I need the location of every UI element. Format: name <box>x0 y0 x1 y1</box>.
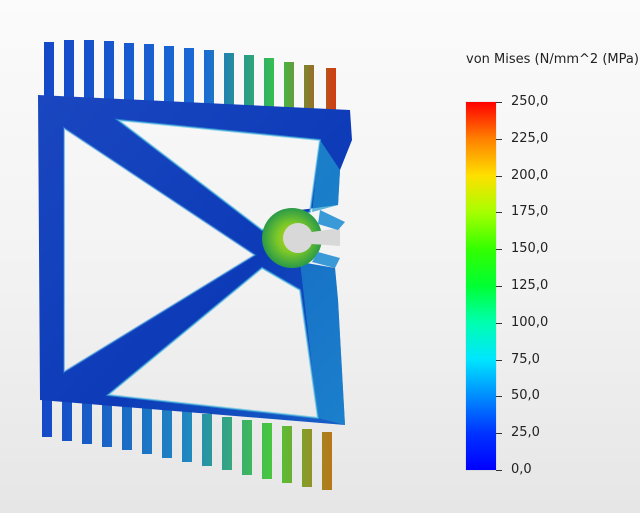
colorbar-tick-label: 50,0 <box>511 388 540 404</box>
colorbar-tick-label: 25,0 <box>511 425 540 441</box>
colorbar-tick-mark <box>496 212 502 214</box>
colorbar-tick-label: 0,0 <box>511 462 532 477</box>
colorbar <box>466 102 496 470</box>
colorbar-tick-mark <box>496 433 502 435</box>
colorbar-tick-label: 125,0 <box>511 278 549 293</box>
colorbar-tick-mark <box>496 286 502 287</box>
colorbar-tick-mark <box>496 249 502 251</box>
colorbar-tick-label: 250,0 <box>511 94 549 109</box>
colorbar-tick-label: 175,0 <box>511 204 549 220</box>
colorbar-tick-mark <box>496 396 502 398</box>
stress-model[interactable] <box>0 0 640 513</box>
hub <box>262 208 345 268</box>
colorbar-tick-mark <box>496 359 502 361</box>
fea-viewport[interactable]: von Mises (N/mm^2 (MPa)) 250,0 225,0 200,0… <box>0 0 640 513</box>
colorbar-tick-mark <box>496 138 502 140</box>
colorbar-tick-label: 150,0 <box>511 241 549 257</box>
legend-title: von Mises (N/mm^2 (MPa)) <box>466 52 640 67</box>
colorbar-tick-label: 100,0 <box>511 314 549 330</box>
colorbar-tick-mark <box>496 102 502 103</box>
colorbar-tick-mark <box>496 322 502 324</box>
colorbar-tick-label: 225,0 <box>511 130 549 146</box>
colorbar-tick-label: 200,0 <box>511 167 549 183</box>
colorbar-tick-label: 75,0 <box>511 351 540 367</box>
colorbar-tick-mark <box>496 175 502 177</box>
colorbar-tick-mark <box>496 470 502 471</box>
